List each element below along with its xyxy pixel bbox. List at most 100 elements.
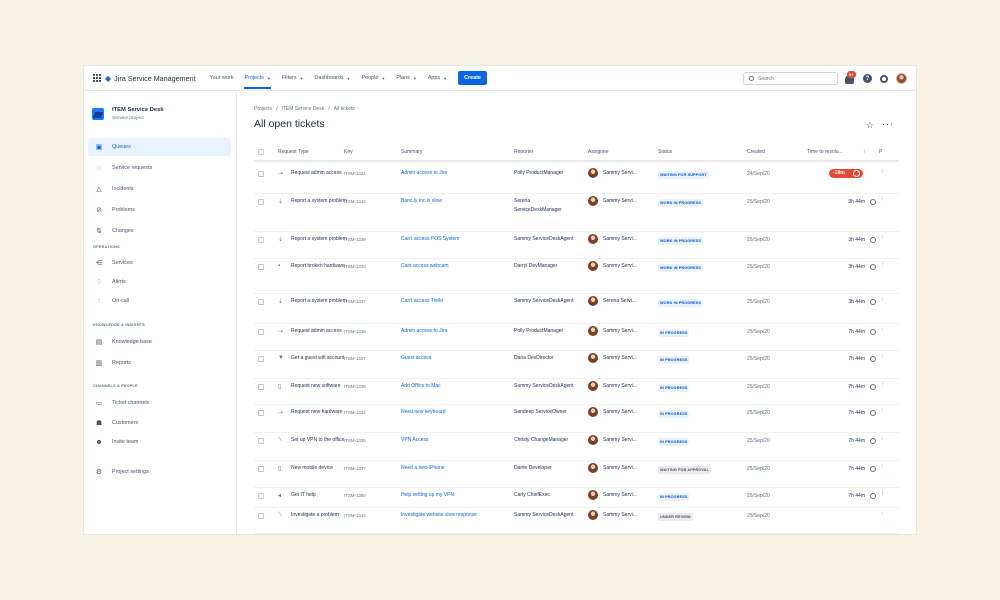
ticket-summary[interactable]: Help setting up my VPN — [401, 491, 501, 500]
sidebar-item-invite-team[interactable]: ☻ Invite team — [88, 433, 231, 451]
row-checkbox[interactable] — [258, 356, 264, 362]
ticket-summary[interactable]: Cant access webcam — [401, 262, 501, 271]
sidebar-item-services[interactable]: ⋲ Services — [88, 254, 231, 272]
table-row[interactable]: ⇣ Report a system problem ITSM-1337 Can't a… — [254, 294, 899, 324]
ticket-key[interactable]: ITSM-1335 — [344, 437, 366, 446]
column-summary[interactable]: Summary — [401, 149, 422, 155]
status-badge[interactable]: IN PROGRESS — [658, 438, 690, 446]
nav-filters[interactable]: Filters ▼ — [282, 75, 304, 81]
table-row[interactable]: ⇣ Report a system problem ITSM-1339 Can't a… — [254, 232, 899, 259]
table-row[interactable]: ▼ Get a guest wifi account ITSM-1327 Guest … — [254, 351, 899, 379]
sidebar-item-incidents[interactable]: △ Incidents — [88, 180, 231, 198]
ticket-summary[interactable]: Can't access POS System — [401, 235, 501, 244]
ticket-key[interactable]: ITSM-1339 — [344, 236, 366, 245]
sidebar-item-knowledge-base[interactable]: ▤ Knowledge base — [88, 333, 231, 351]
assignee[interactable]: Sammy Servi... — [588, 463, 637, 473]
assignee[interactable]: Sammy Servi... — [588, 435, 637, 445]
ticket-summary[interactable]: Investigate website slow response — [401, 511, 501, 520]
sidebar-item-project-settings[interactable]: ⚙ Project settings — [88, 463, 231, 481]
sidebar-item-service-requests[interactable]: ◌ Service requests — [88, 159, 231, 177]
sidebar-item-queues[interactable]: ▣ Queues — [88, 138, 231, 156]
table-row[interactable]: ◂ Get IT help ITSM-1350 Help setting up my … — [254, 488, 899, 508]
nav-projects[interactable]: Projects ▼ — [244, 75, 272, 89]
status-badge[interactable]: UNDER REVIEW — [658, 513, 693, 521]
help-icon[interactable]: ? — [863, 74, 872, 83]
status-badge[interactable]: WORK IN PROGRESS — [658, 237, 704, 245]
assignee[interactable]: Sammy Servi... — [588, 381, 637, 391]
table-row[interactable]: ⇣ Report a system problem ITSM-1342 Banc.ly… — [254, 194, 899, 232]
assignee[interactable]: Sammy Servi... — [588, 353, 637, 363]
nav-plans[interactable]: Plans ▼ — [396, 75, 416, 81]
column-assignee[interactable]: Assignee — [588, 149, 609, 155]
ticket-summary[interactable]: Need new keyboard — [401, 408, 501, 417]
assignee[interactable]: Sammy Servi... — [588, 196, 637, 206]
assignee[interactable]: Sammy Servi... — [588, 407, 637, 417]
nav-people[interactable]: People ▼ — [362, 75, 386, 81]
notifications-button[interactable]: 9+ — [845, 70, 856, 84]
column-reporter[interactable]: Reporter — [514, 149, 533, 155]
row-checkbox[interactable] — [258, 299, 264, 305]
star-icon[interactable]: ☆ — [866, 120, 874, 131]
assignee[interactable]: Sammy Servi... — [588, 261, 637, 271]
status-badge[interactable]: IN PROGRESS — [658, 329, 690, 337]
status-badge[interactable]: WAITING FOR SUPPORT — [658, 171, 709, 179]
ticket-summary[interactable]: Can't access Trello — [401, 297, 501, 306]
ticket-summary[interactable]: Guest access — [401, 354, 501, 363]
row-checkbox[interactable] — [258, 237, 264, 243]
table-row[interactable]: ⇢ Request new hardware ITSM-1334 Need new k… — [254, 405, 899, 433]
ticket-key[interactable]: ITSM-1337 — [344, 298, 366, 307]
app-switcher-icon[interactable] — [93, 74, 101, 82]
ticket-key[interactable]: ITSM-1342 — [344, 198, 366, 207]
table-row[interactable]: ⟍ Set up VPN to the office ITSM-1335 VPN Ac… — [254, 433, 899, 461]
project-header[interactable]: ITEM Service Desk Service project — [84, 92, 236, 132]
sidebar-item-changes[interactable]: ⇅ Changes — [88, 222, 231, 240]
ticket-key[interactable]: ITSM-1334 — [344, 409, 366, 418]
sidebar-item-customers[interactable]: ☗ Customers — [88, 414, 231, 432]
column-created[interactable]: Created — [747, 149, 765, 155]
status-badge[interactable]: IN PROGRESS — [658, 356, 690, 364]
table-row[interactable]: ▯ New mobile device ITSM-1337 Need a new iP… — [254, 461, 899, 488]
status-badge[interactable]: WAITING FOR APPROVAL — [658, 466, 712, 474]
ticket-summary[interactable]: Banc.ly Inc is slow — [401, 197, 501, 206]
more-actions-icon[interactable]: ··· — [882, 119, 894, 129]
breadcrumb-current[interactable]: All tickets — [334, 106, 355, 112]
status-badge[interactable]: WORK IN PROGRESS — [658, 264, 704, 272]
table-row[interactable]: ⟍ Investigate a problem ITSM-1343 Investiga… — [254, 508, 899, 534]
status-badge[interactable]: IN PROGRESS — [658, 410, 690, 418]
nav-your-work[interactable]: Your work — [210, 75, 234, 81]
column-time-to-resolution[interactable]: Time to resolu... — [807, 149, 843, 155]
ticket-key[interactable]: ITSM-1350 — [344, 492, 366, 501]
ticket-summary[interactable]: Add Office to Mac — [401, 382, 501, 391]
table-row[interactable]: ▯ Request new software ITSM-1336 Add Office… — [254, 379, 899, 405]
app-name[interactable]: Jira Service Management — [114, 74, 196, 83]
user-avatar[interactable] — [896, 73, 907, 84]
ticket-key[interactable]: ITSM-1333 — [344, 263, 366, 272]
row-checkbox[interactable] — [258, 384, 264, 390]
row-checkbox[interactable] — [258, 171, 264, 177]
sidebar-item-ticket-channels[interactable]: ▭ Ticket channels — [88, 394, 231, 412]
ticket-key[interactable]: ITSM-1343 — [344, 512, 366, 521]
status-badge[interactable]: IN PROGRESS — [658, 384, 690, 392]
row-checkbox[interactable] — [258, 493, 264, 499]
ticket-summary[interactable]: Admin access to Jira — [401, 169, 501, 178]
assignee[interactable]: Sammy Servi... — [588, 490, 637, 500]
ticket-summary[interactable]: VPN Access — [401, 436, 501, 445]
row-checkbox[interactable] — [258, 410, 264, 416]
assignee[interactable]: Sammy Servi... — [588, 510, 637, 520]
select-all-checkbox[interactable] — [258, 149, 264, 155]
sidebar-item-on-call[interactable]: ⦙ On-call — [88, 292, 231, 310]
column-priority[interactable]: P — [879, 149, 882, 155]
sidebar-item-alerts[interactable]: ♢ Alerts — [88, 273, 231, 291]
ticket-summary[interactable]: Need a new iPhone — [401, 464, 501, 473]
assignee[interactable]: Sammy Servi... — [588, 234, 637, 244]
table-row[interactable]: ⇢ Request admin access ITSM-1336 Admin acce… — [254, 324, 899, 351]
status-badge[interactable]: IN PROGRESS — [658, 493, 690, 501]
gear-icon[interactable] — [880, 74, 888, 83]
sidebar-item-problems[interactable]: ⊘ Problems — [88, 201, 231, 219]
ticket-key[interactable]: ITSM-1336 — [344, 328, 366, 337]
nav-apps[interactable]: Apps ▼ — [428, 75, 447, 81]
sort-arrow-icon[interactable]: ↑ — [863, 149, 866, 155]
column-request-type[interactable]: Request Type — [278, 149, 309, 155]
ticket-summary[interactable]: Admin access to Jira — [401, 327, 501, 336]
row-checkbox[interactable] — [258, 199, 264, 205]
